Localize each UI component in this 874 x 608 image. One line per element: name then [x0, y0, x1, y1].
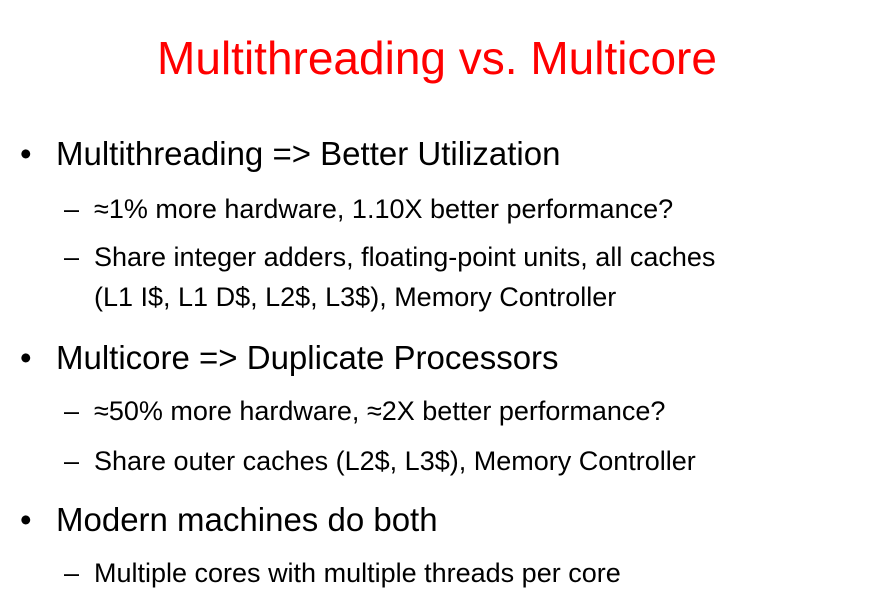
bullet-text: Multithreading => Better Utilization — [56, 135, 561, 172]
dash-icon: – — [64, 242, 80, 272]
dash-icon: – — [64, 396, 80, 426]
bullet-text: Multicore => Duplicate Processors — [56, 339, 559, 376]
sub-point-continuation: (L1 I$, L1 D$, L2$, L3$), Memory Control… — [94, 282, 617, 312]
slide: Multithreading vs. Multicore • Multithre… — [0, 0, 874, 608]
sub-point-text: Share outer caches (L2$, L3$), Memory Co… — [94, 446, 696, 476]
bullet-icon: • — [20, 339, 32, 376]
bullet-text: Modern machines do both — [56, 501, 438, 538]
sub-point-text: Share integer adders, floating-point uni… — [94, 242, 716, 272]
dash-icon: – — [64, 558, 80, 588]
sub-point-text: ≈1% more hardware, 1.10X better performa… — [94, 194, 674, 224]
slide-title: Multithreading vs. Multicore — [157, 32, 717, 84]
sub-point-text: ≈50% more hardware, ≈2X better performan… — [94, 396, 666, 426]
bullet-icon: • — [20, 135, 32, 172]
bullet-icon: • — [20, 501, 32, 538]
dash-icon: – — [64, 446, 80, 476]
sub-point-text: Multiple cores with multiple threads per… — [94, 558, 621, 588]
dash-icon: – — [64, 194, 80, 224]
